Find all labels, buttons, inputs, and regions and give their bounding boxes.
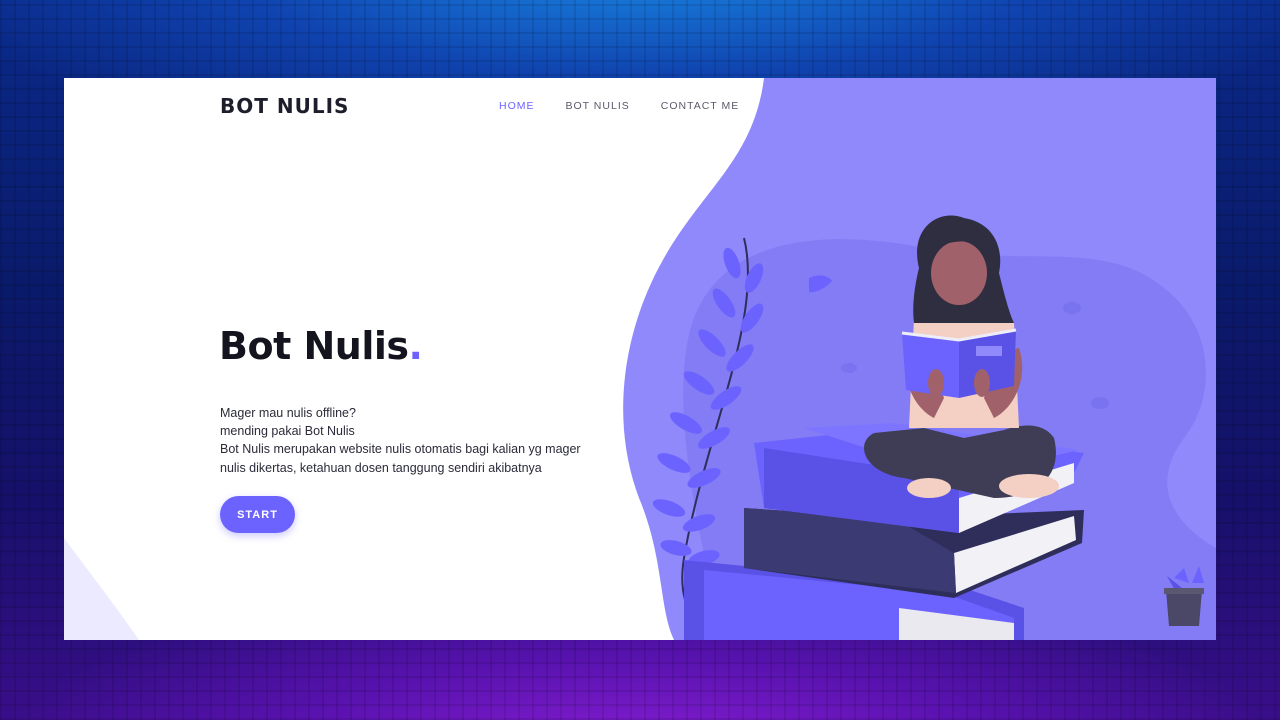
website-screenshot: BOT NULIS HOME BOT NULIS CONTACT ME Bot … [64,78,1216,640]
nav-link-bot-nulis[interactable]: BOT NULIS [566,100,630,112]
hero-title-text: Bot Nulis [219,324,409,368]
corner-blob [64,538,139,640]
hero-title-dot: . [408,324,423,368]
hero-description-line-1: Mager mau nulis offline? [220,406,356,420]
main-navigation: HOME BOT NULIS CONTACT ME [499,100,739,112]
nav-link-contact-me[interactable]: CONTACT ME [661,100,739,112]
site-brand[interactable]: BOT NULIS [220,94,349,118]
hero-title: Bot Nulis. [219,324,423,368]
nav-link-home[interactable]: HOME [499,100,535,112]
hero-description: Mager mau nulis offline? mending pakai B… [220,404,640,477]
hero-description-line-2: mending pakai Bot Nulis [220,424,355,439]
start-button[interactable]: START [220,496,295,533]
hero-description-line-4: nulis dikertas, ketahuan dosen tanggung … [220,460,542,475]
hero-description-line-3: Bot Nulis merupakan website nulis otomat… [220,442,581,457]
